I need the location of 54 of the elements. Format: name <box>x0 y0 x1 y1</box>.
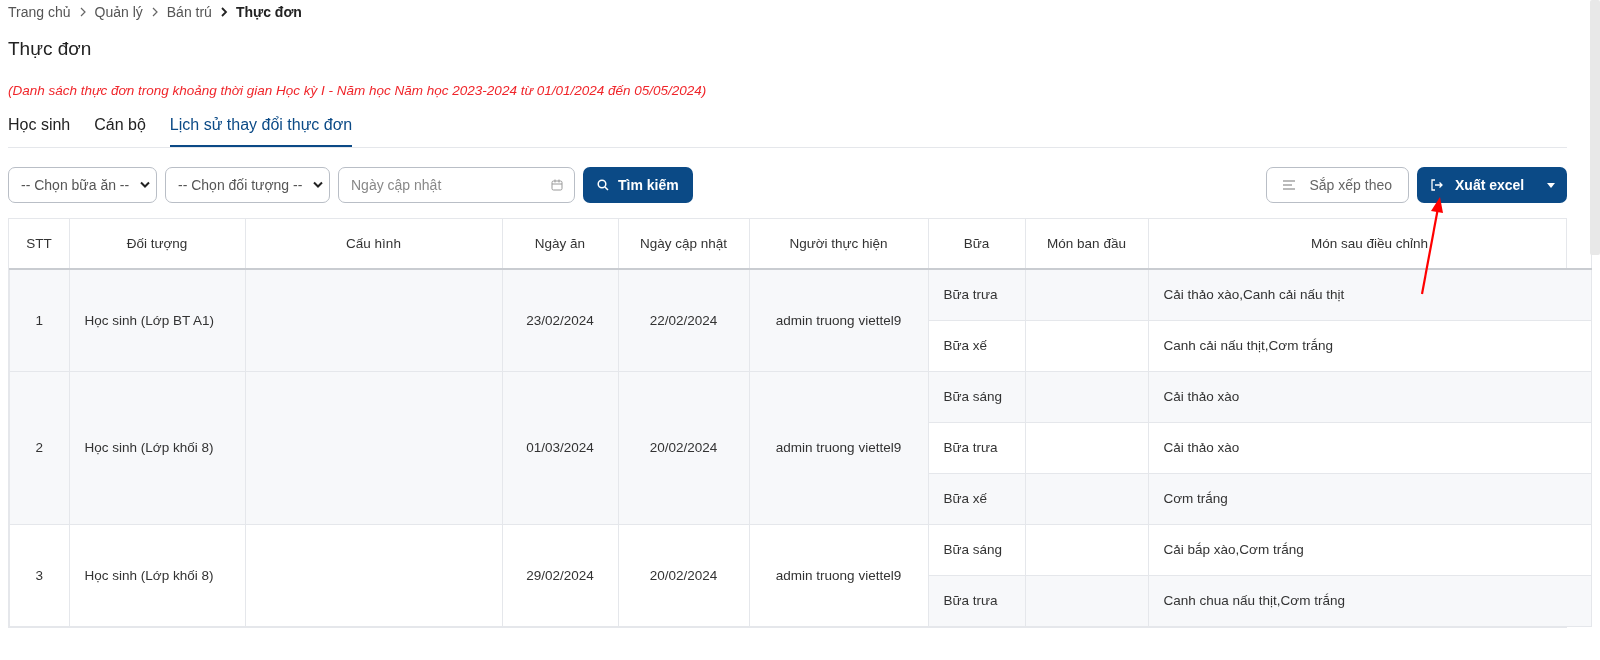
breadcrumb-link[interactable]: Trang chủ <box>8 4 71 20</box>
table-cell: Bữa xế <box>943 491 988 506</box>
tab[interactable]: Học sinh <box>8 106 71 147</box>
period-note: (Danh sách thực đơn trong khoảng thời gian Học kỳ I - Năm học Năm học 2023-2024 từ 01/01/2024 đến 05/05/2024) <box>8 83 708 100</box>
table-cell: 01/03/2024 <box>526 440 594 455</box>
table-cell: 20/02/2024 <box>649 567 718 583</box>
chevron-right-icon <box>219 7 228 17</box>
breadcrumb-link[interactable]: Bán trú <box>166 4 212 20</box>
lines-icon <box>1283 180 1296 190</box>
table-cell: Canh chua nấu thịt,Cơm trắng <box>1163 593 1345 608</box>
table-cell: 29/02/2024 <box>526 567 594 583</box>
export-icon <box>1431 179 1443 191</box>
chevron-down-icon <box>313 181 323 189</box>
table-cell: Canh cải nấu thịt,Cơm trắng <box>1163 338 1333 353</box>
caret-down-icon <box>1547 182 1555 188</box>
chevron-right-icon <box>150 7 159 17</box>
table-cell: Bữa trưa <box>943 440 998 455</box>
tab[interactable]: Lịch sử thay đổi thực đơn <box>169 106 353 147</box>
table-cell: Bữa xế <box>943 338 988 353</box>
table-cell: Học sinh (Lớp BT A1) <box>84 312 214 328</box>
table-cell: 20/02/2024 <box>649 440 718 455</box>
target-select[interactable]: -- Chọn đối tượng -- <box>165 167 330 203</box>
table-cell: Học sinh (Lớp khối 8) <box>84 440 214 455</box>
table-cell: 23/02/2024 <box>526 312 594 328</box>
table-cell: Cải thảo xào <box>1163 389 1240 404</box>
table-cell: Cải thảo xào <box>1163 440 1240 455</box>
tab[interactable]: Cán bộ <box>94 106 146 147</box>
search-button[interactable]: Tìm kiếm <box>583 167 693 203</box>
table-cell: 2 <box>35 440 43 455</box>
sort-button[interactable]: Sắp xếp theo <box>1266 167 1409 203</box>
table-cell: Cơm trắng <box>1163 491 1228 506</box>
calendar-icon <box>551 179 563 191</box>
table-cell: Bữa sáng <box>943 542 1003 557</box>
scrollbar[interactable] <box>1590 0 1600 255</box>
search-icon <box>597 179 609 191</box>
table-cell: 22/02/2024 <box>649 312 718 328</box>
page-title: Thực đơn <box>8 38 93 61</box>
meal-select[interactable]: -- Chọn bữa ăn -- <box>8 167 157 203</box>
table-cell: Bữa trưa <box>943 287 998 303</box>
export-button[interactable]: Xuất excel <box>1417 167 1567 203</box>
table-cell: Bữa trưa <box>943 593 998 608</box>
table-cell: Cải bắp xào,Cơm trắng <box>1163 542 1304 557</box>
date-field[interactable]: Ngày cập nhật <box>338 167 575 203</box>
breadcrumb-link[interactable]: Quản lý <box>94 4 143 20</box>
table-cell: admin truong viettel9 <box>775 440 902 455</box>
table-cell: admin truong viettel9 <box>775 567 902 583</box>
table-cell: Cải thảo xào,Canh cải nấu thịt <box>1163 287 1345 303</box>
table-cell: 1 <box>35 312 43 328</box>
chevron-right-icon <box>78 7 87 17</box>
table-cell: Học sinh (Lớp khối 8) <box>84 567 214 583</box>
table-cell: Bữa sáng <box>943 389 1003 404</box>
table-cell: admin truong viettel9 <box>775 312 902 328</box>
chevron-down-icon <box>140 181 150 189</box>
table-cell: 3 <box>35 567 43 583</box>
